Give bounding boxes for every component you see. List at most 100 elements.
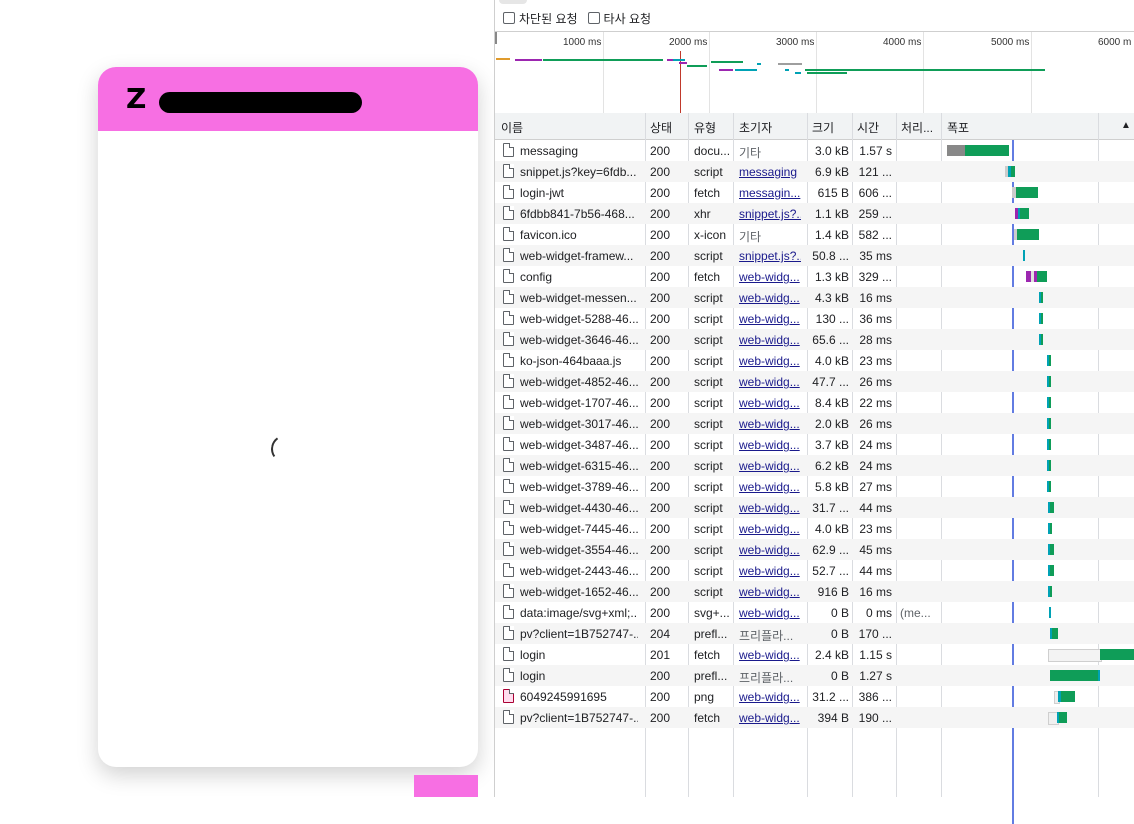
request-initiator[interactable]: snippet.js?... xyxy=(739,207,801,221)
checkbox-icon[interactable] xyxy=(503,12,515,24)
waterfall-bar xyxy=(1017,229,1039,240)
table-row[interactable]: web-widget-1652-46... 200 script web-widg..… xyxy=(495,581,1134,602)
request-initiator[interactable]: web-widg... xyxy=(739,459,801,473)
table-row[interactable]: web-widget-4430-46... 200 script web-widg..… xyxy=(495,497,1134,518)
request-initiator[interactable]: web-widg... xyxy=(739,543,801,557)
request-type: script xyxy=(694,585,723,599)
table-row[interactable]: login 201 fetch web-widg... 2.4 kB 1.15 s xyxy=(495,644,1134,665)
request-initiator[interactable]: web-widg... xyxy=(739,396,801,410)
table-row[interactable]: web-widget-3554-46... 200 script web-widg..… xyxy=(495,539,1134,560)
request-size: 0 B xyxy=(830,627,849,641)
table-row[interactable]: config 200 fetch web-widg... 1.3 kB 329 ... xyxy=(495,266,1134,287)
request-initiator[interactable]: web-widg... xyxy=(739,690,801,704)
request-initiator[interactable]: snippet.js?... xyxy=(739,249,801,263)
request-type: script xyxy=(694,501,723,515)
sort-ascending-icon[interactable]: ▲ xyxy=(1121,120,1131,131)
table-row[interactable]: login 200 prefl... 프리플라... 0 B 1.27 s xyxy=(495,665,1134,686)
request-initiator[interactable]: web-widg... xyxy=(739,438,801,452)
request-status: 200 xyxy=(650,711,671,725)
col-name-header[interactable]: 이름 xyxy=(501,119,523,136)
request-initiator[interactable]: web-widg... xyxy=(739,522,801,536)
col-status-header[interactable]: 상태 xyxy=(650,119,672,136)
request-name: web-widget-1707-46... xyxy=(520,396,638,410)
request-time: 329 ... xyxy=(858,270,892,284)
table-row[interactable]: web-widget-3789-46... 200 script web-widg..… xyxy=(495,476,1134,497)
table-row[interactable]: 6fdbb841-7b56-468... 200 xhr snippet.js?...… xyxy=(495,203,1134,224)
widget-logo: Z xyxy=(126,82,147,115)
table-row[interactable]: login-jwt 200 fetch messagin... 615 B 606 ... xyxy=(495,182,1134,203)
request-initiator[interactable]: web-widg... xyxy=(739,333,801,347)
request-status: 200 xyxy=(650,186,671,200)
table-row[interactable]: pv?client=1B752747-... 200 fetch web-widg..… xyxy=(495,707,1134,728)
blocked-requests-filter[interactable]: 차단된 요청 xyxy=(503,10,578,27)
request-size: 1.4 kB xyxy=(814,228,849,242)
request-initiator[interactable]: web-widg... xyxy=(739,270,801,284)
waterfall-bar xyxy=(1049,460,1051,471)
request-initiator[interactable]: web-widg... xyxy=(739,501,801,515)
request-initiator[interactable]: web-widg... xyxy=(739,480,801,494)
third-party-requests-filter[interactable]: 타사 요청 xyxy=(587,10,652,27)
request-initiator[interactable]: messaging xyxy=(739,165,801,179)
table-row[interactable]: messaging 200 docu... 기타 3.0 kB 1.57 s xyxy=(495,140,1134,161)
request-size: 0 B xyxy=(830,606,849,620)
table-row[interactable]: web-widget-3646-46... 200 script web-widg..… xyxy=(495,329,1134,350)
request-initiator[interactable]: web-widg... xyxy=(739,354,801,368)
table-row[interactable]: web-widget-3017-46... 200 script web-widg..… xyxy=(495,413,1134,434)
table-row[interactable]: data:image/svg+xml;... 200 svg+... web-widg… xyxy=(495,602,1134,623)
table-row[interactable]: web-widget-1707-46... 200 script web-widg..… xyxy=(495,392,1134,413)
request-initiator[interactable]: web-widg... xyxy=(739,564,801,578)
file-icon xyxy=(503,143,514,157)
table-row[interactable]: web-widget-framew... 200 script snippet.js?… xyxy=(495,245,1134,266)
request-initiator[interactable]: messagin... xyxy=(739,186,801,200)
request-time: 0 ms xyxy=(865,606,892,620)
request-name: 6049245991695 xyxy=(520,690,607,704)
table-row[interactable]: web-widget-3487-46... 200 script web-widg..… xyxy=(495,434,1134,455)
col-size-header[interactable]: 크기 xyxy=(812,119,834,136)
request-initiator[interactable]: web-widg... xyxy=(739,648,801,662)
table-row[interactable]: web-widget-messen... 200 script web-widg...… xyxy=(495,287,1134,308)
table-row[interactable]: web-widget-7445-46... 200 script web-widg..… xyxy=(495,518,1134,539)
request-size: 2.0 kB xyxy=(814,417,849,431)
request-initiator[interactable]: web-widg... xyxy=(739,417,801,431)
table-row[interactable]: web-widget-6315-46... 200 script web-widg..… xyxy=(495,455,1134,476)
request-time: 27 ms xyxy=(859,480,892,494)
col-type-header[interactable]: 유형 xyxy=(694,119,716,136)
timeline-overview[interactable]: 1000 ms 2000 ms 3000 ms 4000 ms 5000 ms 6000 … xyxy=(495,31,1134,114)
col-waterfall-header[interactable]: 폭포 xyxy=(947,119,969,136)
request-name: pv?client=1B752747-... xyxy=(520,627,638,641)
table-row[interactable]: web-widget-2443-46... 200 script web-widg..… xyxy=(495,560,1134,581)
request-status: 200 xyxy=(650,291,671,305)
table-row[interactable]: 6049245991695 200 png web-widg... 31.2 ... 38… xyxy=(495,686,1134,707)
third-party-requests-label: 타사 요청 xyxy=(603,11,652,26)
request-size: 31.7 ... xyxy=(812,501,849,515)
request-type: script xyxy=(694,480,723,494)
table-row[interactable]: pv?client=1B752747-... 204 prefl... 프리플라...… xyxy=(495,623,1134,644)
request-initiator[interactable]: web-widg... xyxy=(739,312,801,326)
request-type: script xyxy=(694,459,723,473)
request-name: web-widget-6315-46... xyxy=(520,459,638,473)
panel-tab[interactable] xyxy=(499,0,527,4)
table-row[interactable]: web-widget-5288-46... 200 script web-widg..… xyxy=(495,308,1134,329)
request-name: web-widget-3646-46... xyxy=(520,333,638,347)
request-size: 1.3 kB xyxy=(814,270,849,284)
request-initiator[interactable]: web-widg... xyxy=(739,606,801,620)
request-initiator[interactable]: web-widg... xyxy=(739,585,801,599)
request-size: 4.0 kB xyxy=(814,522,849,536)
widget-launcher-button[interactable] xyxy=(414,775,478,797)
col-initiator-header[interactable]: 초기자 xyxy=(739,119,772,136)
overview-tick-label: 4000 ms xyxy=(883,37,922,48)
col-time-header[interactable]: 시간 xyxy=(857,119,879,136)
request-initiator[interactable]: web-widg... xyxy=(739,375,801,389)
table-row[interactable]: ko-json-464baaa.js 200 script web-widg... 4.… xyxy=(495,350,1134,371)
col-processing-header[interactable]: 처리... xyxy=(901,119,933,136)
request-time: 1.57 s xyxy=(859,144,892,158)
request-initiator[interactable]: web-widg... xyxy=(739,291,801,305)
table-row[interactable]: snippet.js?key=6fdb... 200 script messaging… xyxy=(495,161,1134,182)
request-type: xhr xyxy=(694,207,711,221)
file-icon xyxy=(503,626,514,640)
table-row[interactable]: web-widget-4852-46... 200 script web-widg..… xyxy=(495,371,1134,392)
request-initiator[interactable]: web-widg... xyxy=(739,711,801,725)
checkbox-icon[interactable] xyxy=(587,12,600,24)
request-status: 200 xyxy=(650,270,671,284)
table-row[interactable]: favicon.ico 200 x-icon 기타 1.4 kB 582 ... xyxy=(495,224,1134,245)
